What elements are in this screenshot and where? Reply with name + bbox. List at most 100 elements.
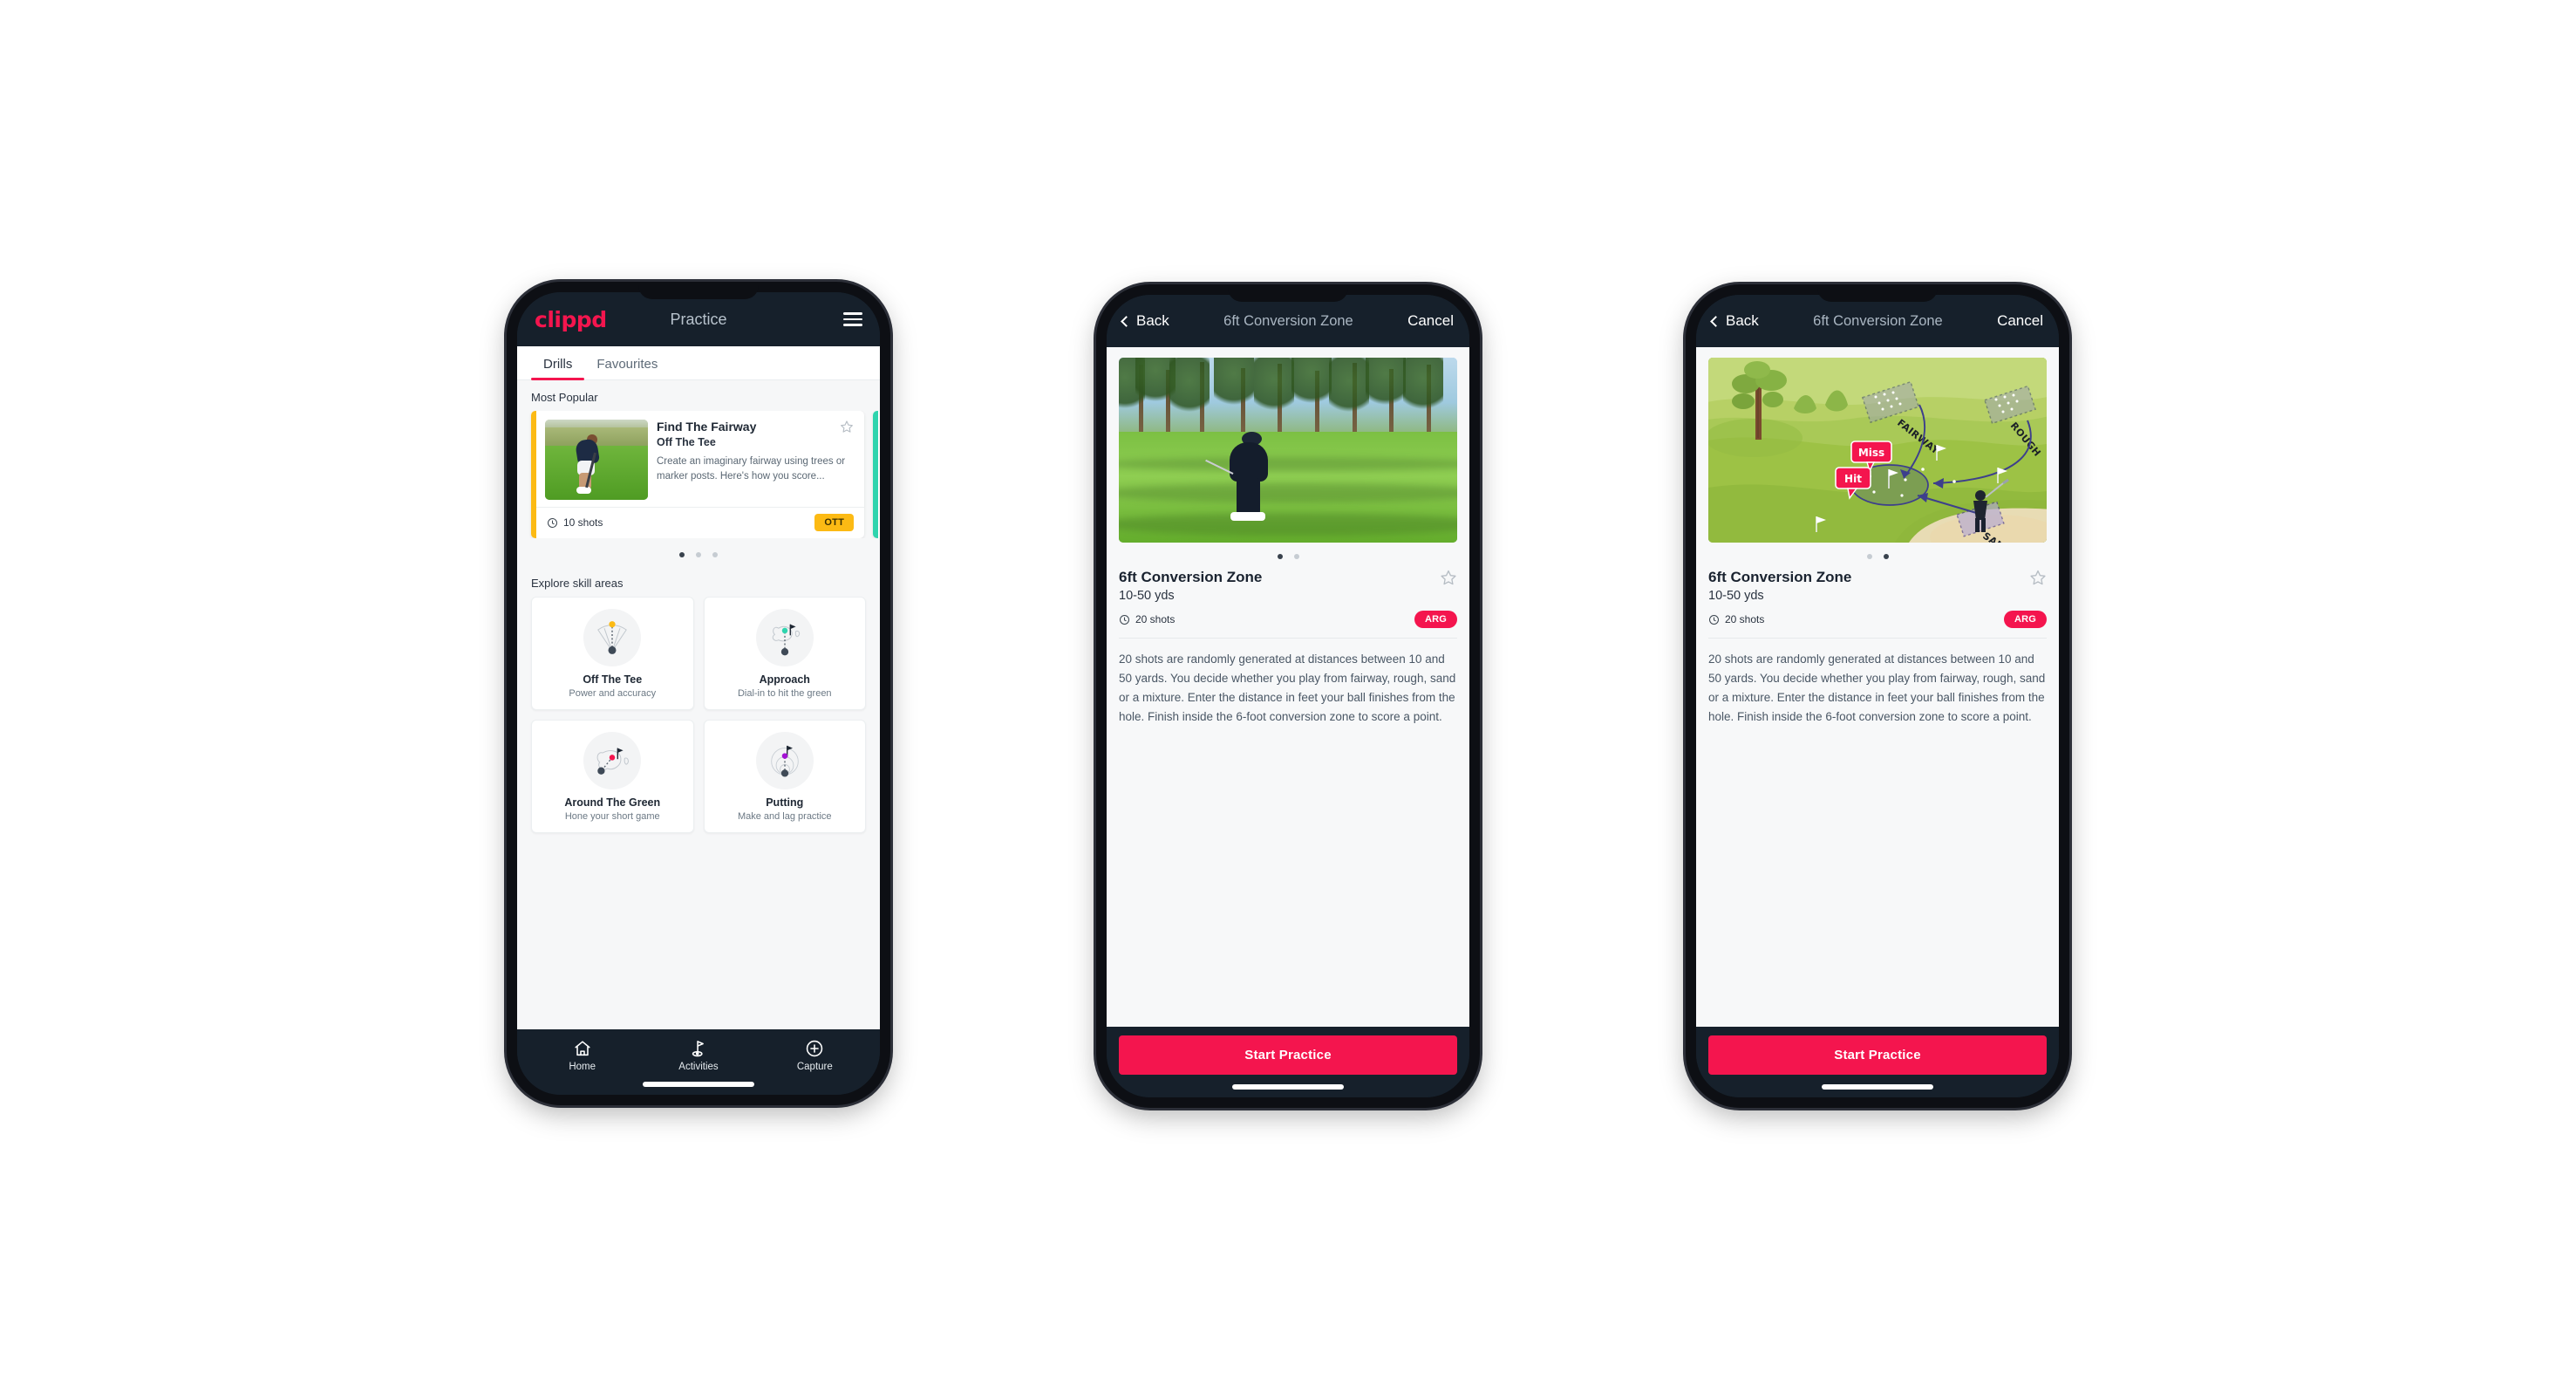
skill-desc: Hone your short game: [564, 811, 660, 822]
drill-skill-area: Off The Tee: [657, 435, 716, 448]
skill-badge-arg: ARG: [2003, 611, 2047, 629]
skill-desc: Dial-in to hit the green: [737, 688, 832, 699]
drill-shots: 20 shots: [1708, 613, 1764, 625]
drill-title: Find The Fairway: [657, 420, 757, 434]
app-content: Most Popular Find The Fairway Off The Te…: [517, 380, 880, 1029]
carousel-dot-2[interactable]: [696, 552, 701, 557]
cancel-button[interactable]: Cancel: [1407, 312, 1454, 330]
start-practice-button[interactable]: Start Practice: [1708, 1035, 2047, 1075]
detail-header: Back 6ft Conversion Zone Cancel: [1696, 295, 2059, 347]
skill-desc: Power and accuracy: [569, 688, 657, 699]
phone-frame-drill-detail-photo: Back 6ft Conversion Zone Cancel 6ft Conv…: [1096, 284, 1480, 1108]
screenshot-stage: clippd Practice Drills Favourites Most P…: [0, 0, 2576, 1387]
hamburger-icon[interactable]: [843, 312, 862, 326]
skill-card-around-the-green[interactable]: Around The Green Hone your short game: [531, 720, 694, 833]
tab-drills[interactable]: Drills: [531, 346, 585, 380]
nav-item-activities[interactable]: Activities: [640, 1039, 756, 1072]
phone-notch: [1228, 284, 1348, 302]
explore-skill-areas-label: Explore skill areas: [531, 577, 624, 590]
around-green-icon: [583, 732, 642, 789]
drill-description: 20 shots are randomly generated at dista…: [1119, 653, 1456, 723]
skill-card-off-the-tee[interactable]: Off The Tee Power and accuracy: [531, 597, 694, 710]
nav-label: Capture: [796, 1062, 833, 1072]
back-label: Back: [1136, 312, 1169, 329]
nav-label: Activities: [678, 1062, 719, 1072]
detail-content: 6ft Conversion Zone 10-50 yds 20 shots A…: [1107, 347, 1469, 1027]
nav-label: Home: [569, 1062, 596, 1072]
star-outline-icon[interactable]: [1440, 569, 1457, 586]
carousel-dot-3[interactable]: [712, 552, 718, 557]
clippd-logo: clippd: [535, 306, 607, 332]
most-popular-label: Most Popular: [531, 391, 598, 404]
skill-badge-ott: OTT: [814, 514, 854, 531]
skill-card-approach[interactable]: Approach Dial-in to hit the green: [703, 597, 866, 710]
start-practice-button[interactable]: Start Practice: [1119, 1035, 1457, 1075]
media-dot-2[interactable]: [1293, 554, 1299, 559]
approach-green-icon: [755, 609, 814, 666]
detail-header: Back 6ft Conversion Zone Cancel: [1107, 295, 1469, 347]
drill-shots: 20 shots: [1119, 613, 1175, 625]
skill-name: Around The Green: [564, 796, 661, 809]
drill-thumbnail: [545, 420, 648, 500]
back-button[interactable]: Back: [1710, 312, 1759, 330]
skill-name: Off The Tee: [583, 673, 643, 686]
shots-clock-icon: [1708, 614, 1720, 625]
shots-clock-icon: [1119, 614, 1130, 625]
svg-text:Miss: Miss: [1858, 447, 1884, 459]
phone-notch: [1817, 284, 1938, 302]
star-outline-icon[interactable]: [840, 420, 854, 434]
drill-media-illustration[interactable]: FAIRWAY ROUGH Miss Hit: [1708, 358, 2047, 543]
home-indicator: [1822, 1084, 1933, 1090]
drill-description: Create an imaginary fairway using trees …: [657, 455, 846, 482]
drill-shots: 10 shots: [547, 516, 603, 529]
media-dot-2[interactable]: [1883, 554, 1889, 559]
skill-areas-grid: Off The Tee Power and accuracy Approach …: [517, 597, 880, 833]
tab-favourites[interactable]: Favourites: [584, 346, 670, 379]
chevron-left-icon: [1710, 316, 1721, 327]
shots-label: 20 shots: [1135, 613, 1176, 626]
home-icon: [573, 1039, 592, 1058]
tee-dispersion-icon: [583, 609, 642, 666]
carousel-dots[interactable]: [517, 538, 880, 566]
nav-item-capture[interactable]: Capture: [757, 1039, 873, 1072]
chevron-left-icon: [1121, 316, 1132, 327]
putting-rings-icon: [755, 732, 814, 789]
shots-clock-icon: [547, 517, 558, 529]
skill-name: Putting: [766, 796, 804, 809]
home-indicator: [1232, 1084, 1344, 1090]
phone-frame-practice-list: clippd Practice Drills Favourites Most P…: [507, 282, 890, 1105]
nav-item-home[interactable]: Home: [524, 1039, 640, 1072]
skill-badge-arg: ARG: [1414, 611, 1457, 629]
drill-description: 20 shots are randomly generated at dista…: [1708, 653, 2046, 723]
skill-name: Approach: [759, 673, 810, 686]
detail-title-header: 6ft Conversion Zone: [1223, 312, 1353, 329]
media-dot-1[interactable]: [1277, 554, 1283, 559]
carousel-dot-1[interactable]: [679, 552, 685, 557]
media-dot-1[interactable]: [1866, 554, 1872, 559]
tab-bar: Drills Favourites: [517, 346, 880, 380]
drill-card[interactable]: Find The Fairway Off The Tee Create an i…: [531, 411, 864, 538]
media-dots[interactable]: [1119, 543, 1457, 569]
drill-card-next-peek[interactable]: [873, 411, 880, 538]
shots-label: 20 shots: [1725, 613, 1765, 626]
media-dots[interactable]: [1708, 543, 2047, 569]
detail-content: FAIRWAY ROUGH Miss Hit 6ft Conversion Zo…: [1696, 347, 2059, 1027]
page-title: Practice: [670, 310, 727, 328]
shots-label: 10 shots: [563, 516, 603, 529]
back-label: Back: [1726, 312, 1759, 329]
back-button[interactable]: Back: [1121, 312, 1169, 330]
drill-carousel[interactable]: Find The Fairway Off The Tee Create an i…: [517, 411, 880, 538]
phone-frame-drill-detail-illustration: Back 6ft Conversion Zone Cancel FAIRWAY …: [1686, 284, 2069, 1108]
drill-yardage: 10-50 yds: [1708, 589, 1764, 604]
svg-text:Hit: Hit: [1844, 473, 1862, 485]
star-outline-icon[interactable]: [2029, 569, 2047, 586]
drill-media-photo[interactable]: [1119, 358, 1457, 543]
drill-detail-title: 6ft Conversion Zone: [1708, 569, 1852, 585]
skill-card-putting[interactable]: Putting Make and lag practice: [703, 720, 866, 833]
app-header: clippd Practice: [517, 292, 880, 346]
drill-yardage: 10-50 yds: [1119, 589, 1175, 604]
cancel-button[interactable]: Cancel: [1997, 312, 2043, 330]
home-indicator: [643, 1082, 754, 1087]
detail-title-header: 6ft Conversion Zone: [1813, 312, 1943, 329]
plus-circle-icon: [805, 1039, 824, 1058]
